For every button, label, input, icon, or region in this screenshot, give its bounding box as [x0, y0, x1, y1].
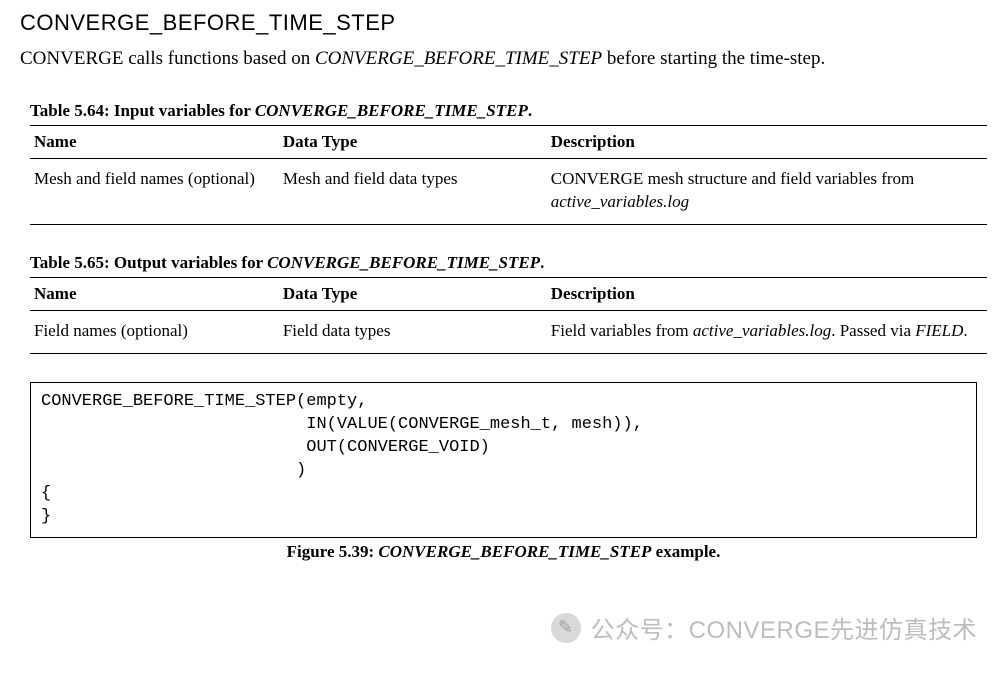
desc-pre: Field variables from: [551, 321, 693, 340]
output-table: Name Data Type Description Field names (…: [30, 277, 987, 354]
th-type: Data Type: [279, 278, 547, 311]
code-example: CONVERGE_BEFORE_TIME_STEP(empty, IN(VALU…: [30, 382, 977, 538]
th-desc: Description: [547, 125, 987, 158]
caption-em: CONVERGE_BEFORE_TIME_STEP: [267, 253, 540, 272]
table-caption-input: Table 5.64: Input variables for CONVERGE…: [30, 101, 987, 121]
watermark-text: 公众号：CONVERGE先进仿真技术: [591, 610, 977, 645]
desc-post: .: [963, 321, 967, 340]
td-type: Field data types: [279, 311, 547, 354]
watermark-post: CONVERGE先进仿真技术: [689, 617, 977, 644]
wechat-icon: ✎: [551, 613, 581, 643]
table-row: Mesh and field names (optional) Mesh and…: [30, 158, 987, 225]
th-name: Name: [30, 278, 279, 311]
section-title: CONVERGE_BEFORE_TIME_STEP: [20, 10, 987, 36]
td-name: Field names (optional): [30, 311, 279, 354]
caption-em: CONVERGE_BEFORE_TIME_STEP: [255, 101, 528, 120]
td-desc: CONVERGE mesh structure and field variab…: [547, 158, 987, 225]
th-type: Data Type: [279, 125, 547, 158]
body-text-pre: CONVERGE calls functions based on: [20, 48, 315, 69]
fig-post: example.: [651, 542, 720, 561]
figure-caption: Figure 5.39: CONVERGE_BEFORE_TIME_STEP e…: [20, 542, 987, 562]
caption-pre: Table 5.64: Input variables for: [30, 101, 255, 120]
table-output-vars: Table 5.65: Output variables for CONVERG…: [30, 253, 987, 354]
table-header-row: Name Data Type Description: [30, 125, 987, 158]
caption-post: .: [528, 101, 532, 120]
body-text-em: CONVERGE_BEFORE_TIME_STEP: [315, 48, 602, 69]
fig-em: CONVERGE_BEFORE_TIME_STEP: [378, 542, 651, 561]
td-type: Mesh and field data types: [279, 158, 547, 225]
th-desc: Description: [547, 278, 987, 311]
desc-pre: CONVERGE mesh structure and field variab…: [551, 169, 915, 188]
section-body: CONVERGE calls functions based on CONVER…: [20, 46, 987, 73]
desc-em: active_variables.log: [551, 192, 689, 211]
caption-pre: Table 5.65: Output variables for: [30, 253, 267, 272]
td-desc: Field variables from active_variables.lo…: [547, 311, 987, 354]
table-input-vars: Table 5.64: Input variables for CONVERGE…: [30, 101, 987, 226]
caption-post: .: [540, 253, 544, 272]
body-text-post: before starting the time-step.: [602, 48, 825, 69]
th-name: Name: [30, 125, 279, 158]
table-row: Field names (optional) Field data types …: [30, 311, 987, 354]
input-table: Name Data Type Description Mesh and fiel…: [30, 125, 987, 226]
desc-em2: FIELD: [915, 321, 963, 340]
fig-pre: Figure 5.39:: [287, 542, 379, 561]
td-name: Mesh and field names (optional): [30, 158, 279, 225]
desc-em: active_variables.log: [693, 321, 831, 340]
watermark-pre: 公众号：: [591, 617, 689, 644]
desc-mid: . Passed via: [831, 321, 915, 340]
table-caption-output: Table 5.65: Output variables for CONVERG…: [30, 253, 987, 273]
watermark: ✎ 公众号：CONVERGE先进仿真技术: [551, 610, 977, 645]
table-header-row: Name Data Type Description: [30, 278, 987, 311]
